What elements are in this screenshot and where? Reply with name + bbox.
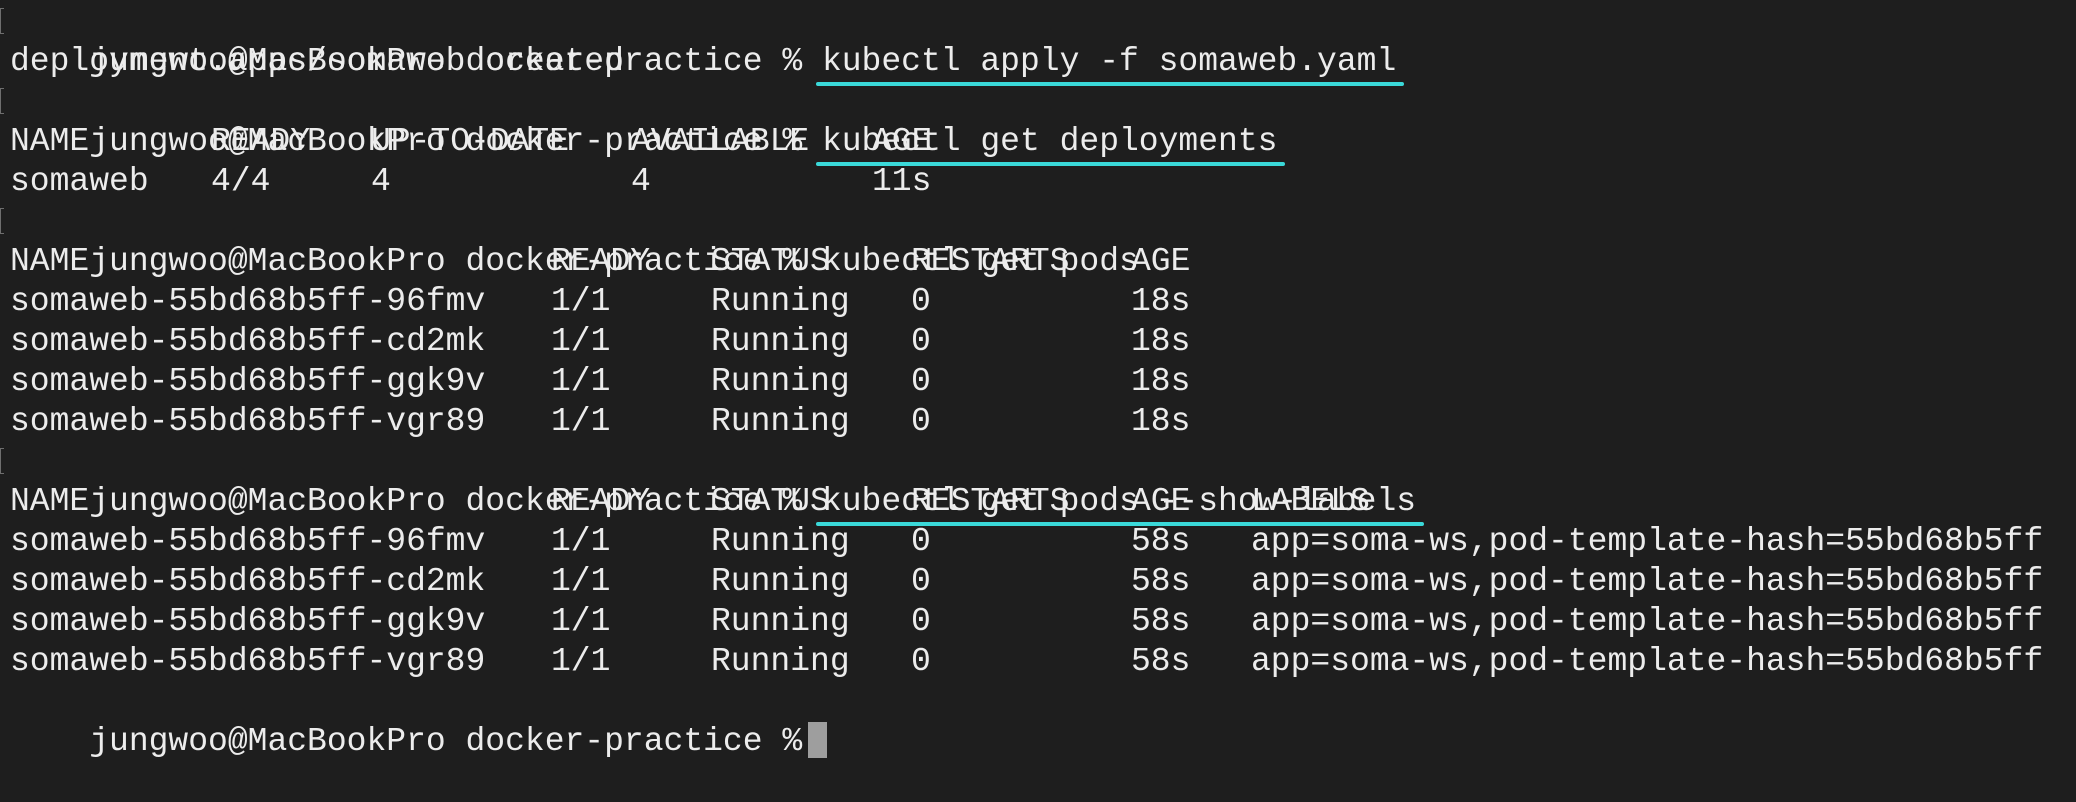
table-cell: 1/1 — [551, 283, 611, 320]
table-cell: 1/1 — [551, 363, 611, 400]
table-row: somaweb-55bd68b5ff-96fmv 1/1 Running 0 1… — [10, 282, 2076, 322]
prompt-line-get-pods: jungwoo@MacBookPro docker-practice % kub… — [0, 202, 2076, 280]
table-cell: 18s — [1131, 323, 1191, 360]
table-cell: Running — [711, 563, 850, 600]
table-row: somaweb-55bd68b5ff-ggk9v 1/1 Running 0 5… — [10, 602, 2076, 642]
table-cell: 0 — [911, 523, 931, 560]
table-cell: Running — [711, 603, 850, 640]
table-cell: Running — [711, 523, 850, 560]
table-cell: somaweb-55bd68b5ff-ggk9v — [10, 363, 486, 400]
text-cursor[interactable] — [808, 722, 828, 758]
table-cell: Running — [711, 403, 850, 440]
apply-output: deployment.apps/somaweb created — [10, 43, 624, 80]
table-cell: somaweb-55bd68b5ff-vgr89 — [10, 643, 486, 680]
shell-prompt: jungwoo@MacBookPro docker-practice % — [89, 243, 803, 280]
table-row: somaweb-55bd68b5ff-vgr89 1/1 Running 0 1… — [10, 402, 2076, 442]
table-cell: 0 — [911, 643, 931, 680]
table-cell: 1/1 — [551, 323, 611, 360]
column-header: AGE — [1131, 243, 1191, 280]
mark-bracket-icon — [0, 208, 4, 234]
table-cell: 0 — [911, 603, 931, 640]
table-cell: 4 — [631, 163, 651, 200]
table-cell: 58s — [1131, 643, 1191, 680]
command-get-pods-labels: kubectl get pods --show-labels — [821, 483, 1417, 520]
mark-bracket-icon — [0, 88, 4, 114]
mark-bracket-icon — [0, 8, 4, 34]
table-cell: app=soma-ws,pod-template-hash=55bd68b5ff — [1251, 563, 2044, 600]
table-row: somaweb-55bd68b5ff-vgr89 1/1 Running 0 5… — [10, 642, 2076, 682]
table-cell: 0 — [911, 363, 931, 400]
shell-prompt: jungwoo@MacBookPro docker-practice % — [89, 123, 803, 160]
table-cell: somaweb-55bd68b5ff-96fmv — [10, 523, 486, 560]
table-cell: 1/1 — [551, 523, 611, 560]
table-row: somaweb-55bd68b5ff-cd2mk 1/1 Running 0 5… — [10, 562, 2076, 602]
shell-prompt: jungwoo@MacBookPro docker-practice % — [89, 723, 803, 760]
prompt-line-get-deployments: jungwoo@MacBookPro docker-practice % kub… — [0, 82, 2076, 160]
table-cell: app=soma-ws,pod-template-hash=55bd68b5ff — [1251, 523, 2044, 560]
table-cell: 1/1 — [551, 603, 611, 640]
table-cell: 1/1 — [551, 563, 611, 600]
table-cell: Running — [711, 363, 850, 400]
terminal-window[interactable]: jungwoo@MacBookPro docker-practice % kub… — [0, 0, 2076, 760]
table-cell: somaweb-55bd68b5ff-96fmv — [10, 283, 486, 320]
mark-bracket-icon — [0, 448, 4, 474]
prompt-line-get-pods-labels: jungwoo@MacBookPro docker-practice % kub… — [0, 442, 2076, 520]
table-cell: somaweb-55bd68b5ff-ggk9v — [10, 603, 486, 640]
table-cell: 1/1 — [551, 643, 611, 680]
table-cell: 18s — [1131, 403, 1191, 440]
table-cell: somaweb-55bd68b5ff-cd2mk — [10, 563, 486, 600]
prompt-line-apply: jungwoo@MacBookPro docker-practice % kub… — [0, 2, 2076, 80]
table-cell: 0 — [911, 323, 931, 360]
command-get-deployments: kubectl get deployments — [821, 123, 1278, 160]
table-cell: 1/1 — [551, 403, 611, 440]
shell-prompt: jungwoo@MacBookPro docker-practice % — [89, 483, 803, 520]
table-cell: 18s — [1131, 283, 1191, 320]
table-cell: somaweb-55bd68b5ff-vgr89 — [10, 403, 486, 440]
table-cell: app=soma-ws,pod-template-hash=55bd68b5ff — [1251, 643, 2044, 680]
table-cell: Running — [711, 323, 850, 360]
table-cell: 58s — [1131, 563, 1191, 600]
table-cell: 18s — [1131, 363, 1191, 400]
table-cell: app=soma-ws,pod-template-hash=55bd68b5ff — [1251, 603, 2044, 640]
command-get-pods: kubectl get pods — [821, 243, 1139, 280]
table-cell: 11s — [872, 163, 932, 200]
table-row: somaweb-55bd68b5ff-ggk9v 1/1 Running 0 1… — [10, 362, 2076, 402]
table-cell: Running — [711, 283, 850, 320]
table-cell: somaweb-55bd68b5ff-cd2mk — [10, 323, 486, 360]
table-cell: 58s — [1131, 603, 1191, 640]
table-cell: 4/4 — [211, 163, 271, 200]
table-cell: 0 — [911, 283, 931, 320]
table-cell: Running — [711, 643, 850, 680]
table-cell: 4 — [371, 163, 391, 200]
table-cell: 0 — [911, 403, 931, 440]
prompt-line-current[interactable]: jungwoo@MacBookPro docker-practice % — [10, 682, 2076, 760]
table-row: somaweb-55bd68b5ff-96fmv 1/1 Running 0 5… — [10, 522, 2076, 562]
table-cell: 58s — [1131, 523, 1191, 560]
table-row: somaweb 4/4 4 4 11s — [10, 162, 2076, 202]
table-row: somaweb-55bd68b5ff-cd2mk 1/1 Running 0 1… — [10, 322, 2076, 362]
table-cell: 0 — [911, 563, 931, 600]
